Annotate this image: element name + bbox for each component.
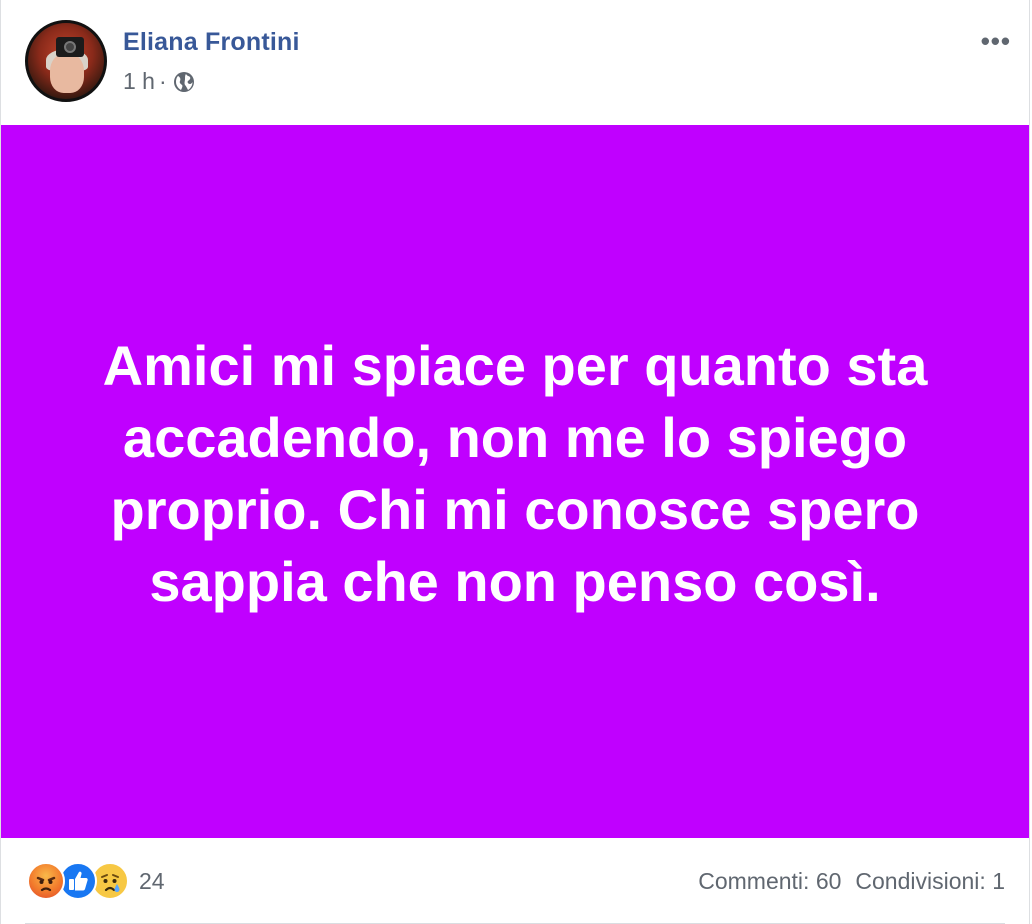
post-meta: 1 h · [123,68,195,95]
avatar[interactable] [25,20,107,102]
post-footer: 24 Commenti: 60 Condivisioni: 1 [1,838,1029,924]
post-header: Eliana Frontini 1 h · ••• [1,0,1029,125]
post-background: Amici mi spiace per quanto sta accadendo… [1,125,1029,838]
post-text: Amici mi spiace per quanto sta accadendo… [102,333,928,613]
ellipsis-icon[interactable]: ••• [981,26,1011,57]
author-name[interactable]: Eliana Frontini [123,28,300,57]
post-time[interactable]: 1 h [123,68,155,95]
post-stats: Commenti: 60 Condivisioni: 1 [698,868,1005,895]
post-card: Eliana Frontini 1 h · ••• Amici mi spiac… [0,0,1030,924]
reaction-count[interactable]: 24 [139,868,165,895]
meta-separator: · [158,68,167,94]
globe-icon[interactable] [173,71,195,93]
shares-count[interactable]: Condivisioni: 1 [855,868,1005,894]
reactions-summary[interactable]: 24 [27,862,165,900]
angry-reaction-icon[interactable] [27,862,65,900]
comments-count[interactable]: Commenti: 60 [698,868,841,894]
